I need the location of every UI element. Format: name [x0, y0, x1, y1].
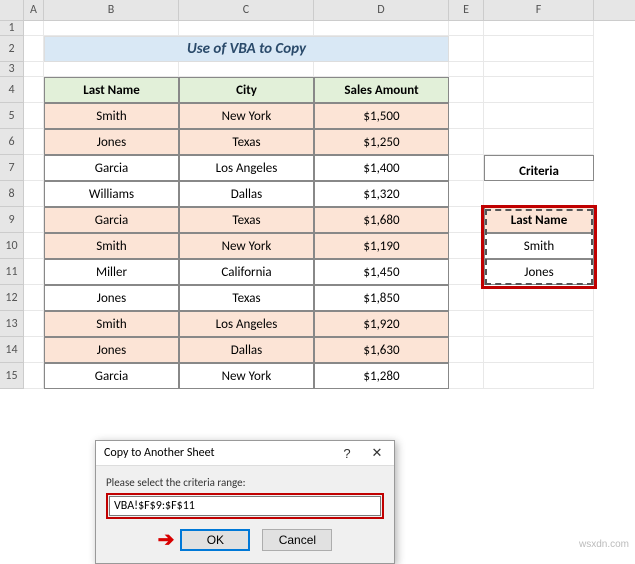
row-header-9[interactable]: 9 — [0, 207, 24, 233]
table-row: $1,450 — [314, 259, 449, 285]
row-header-11[interactable]: 11 — [0, 259, 24, 285]
row-header-10[interactable]: 10 — [0, 233, 24, 259]
col-header-a[interactable]: A — [24, 0, 44, 20]
criteria-range-input[interactable] — [109, 496, 381, 516]
arrow-right-icon: ➔ — [158, 533, 175, 547]
table-row: $1,920 — [314, 311, 449, 337]
table-row: Los Angeles — [179, 311, 314, 337]
table-row: $1,250 — [314, 129, 449, 155]
row-header-12[interactable]: 12 — [0, 285, 24, 311]
table-row: Garcia — [44, 363, 179, 389]
row-header-1[interactable]: 1 — [0, 21, 24, 36]
cancel-button[interactable]: Cancel — [262, 529, 332, 551]
input-highlight-red — [106, 493, 384, 519]
table-row: $1,500 — [314, 103, 449, 129]
table-row: Texas — [179, 207, 314, 233]
dialog-prompt: Please select the criteria range: — [106, 476, 384, 489]
criteria-label: Criteria — [484, 155, 594, 181]
row-headers: 1 2 3 4 5 6 7 8 9 10 11 12 13 14 15 — [0, 21, 24, 389]
table-row: $1,280 — [314, 363, 449, 389]
row-header-15[interactable]: 15 — [0, 363, 24, 389]
close-icon[interactable]: ✕ — [362, 445, 392, 461]
row-header-8[interactable]: 8 — [0, 181, 24, 207]
table-row: Los Angeles — [179, 155, 314, 181]
watermark: wsxdn.com — [579, 539, 629, 550]
table-row: Jones — [44, 337, 179, 363]
help-icon[interactable]: ? — [332, 446, 362, 461]
table-row: Smith — [44, 103, 179, 129]
row-header-5[interactable]: 5 — [0, 103, 24, 129]
table-row: Jones — [44, 129, 179, 155]
column-headers: A B C D E F — [0, 0, 635, 21]
table-row: Smith — [44, 233, 179, 259]
row-header-7[interactable]: 7 — [0, 155, 24, 181]
row-header-3[interactable]: 3 — [0, 62, 24, 77]
table-row: Williams — [44, 181, 179, 207]
dialog-copy-to-another-sheet: Copy to Another Sheet ? ✕ Please select … — [95, 440, 395, 564]
table-row: $1,680 — [314, 207, 449, 233]
table-row: Texas — [179, 285, 314, 311]
table-header-sales: Sales Amount — [314, 77, 449, 103]
row-header-6[interactable]: 6 — [0, 129, 24, 155]
col-header-e[interactable]: E — [449, 0, 484, 20]
table-row: Smith — [44, 311, 179, 337]
table-row: $1,320 — [314, 181, 449, 207]
col-header-b[interactable]: B — [44, 0, 179, 20]
col-header-f[interactable]: F — [484, 0, 594, 20]
table-row: Dallas — [179, 337, 314, 363]
dialog-title-text: Copy to Another Sheet — [104, 446, 332, 460]
table-row: Garcia — [44, 155, 179, 181]
table-row: $1,850 — [314, 285, 449, 311]
table-row: Miller — [44, 259, 179, 285]
marching-ants-selection — [485, 209, 593, 285]
table-header-lastname: Last Name — [44, 77, 179, 103]
table-header-city: City — [179, 77, 314, 103]
table-row: Dallas — [179, 181, 314, 207]
col-header-c[interactable]: C — [179, 0, 314, 20]
title-cell: Use of VBA to Copy — [44, 36, 449, 62]
table-row: $1,190 — [314, 233, 449, 259]
dialog-titlebar[interactable]: Copy to Another Sheet ? ✕ — [96, 441, 394, 466]
table-row: Jones — [44, 285, 179, 311]
select-all-corner[interactable] — [0, 0, 24, 20]
table-row: New York — [179, 233, 314, 259]
table-row: California — [179, 259, 314, 285]
row-header-14[interactable]: 14 — [0, 337, 24, 363]
col-header-d[interactable]: D — [314, 0, 449, 20]
table-row: New York — [179, 363, 314, 389]
row-header-4[interactable]: 4 — [0, 77, 24, 103]
table-row: Garcia — [44, 207, 179, 233]
row-header-13[interactable]: 13 — [0, 311, 24, 337]
cells-area[interactable]: Use of VBA to Copy Last Name City Sales … — [24, 21, 635, 389]
table-row: $1,630 — [314, 337, 449, 363]
table-row: $1,400 — [314, 155, 449, 181]
table-row: Texas — [179, 129, 314, 155]
row-header-2[interactable]: 2 — [0, 36, 24, 62]
ok-button[interactable]: OK — [180, 529, 250, 551]
table-row: New York — [179, 103, 314, 129]
